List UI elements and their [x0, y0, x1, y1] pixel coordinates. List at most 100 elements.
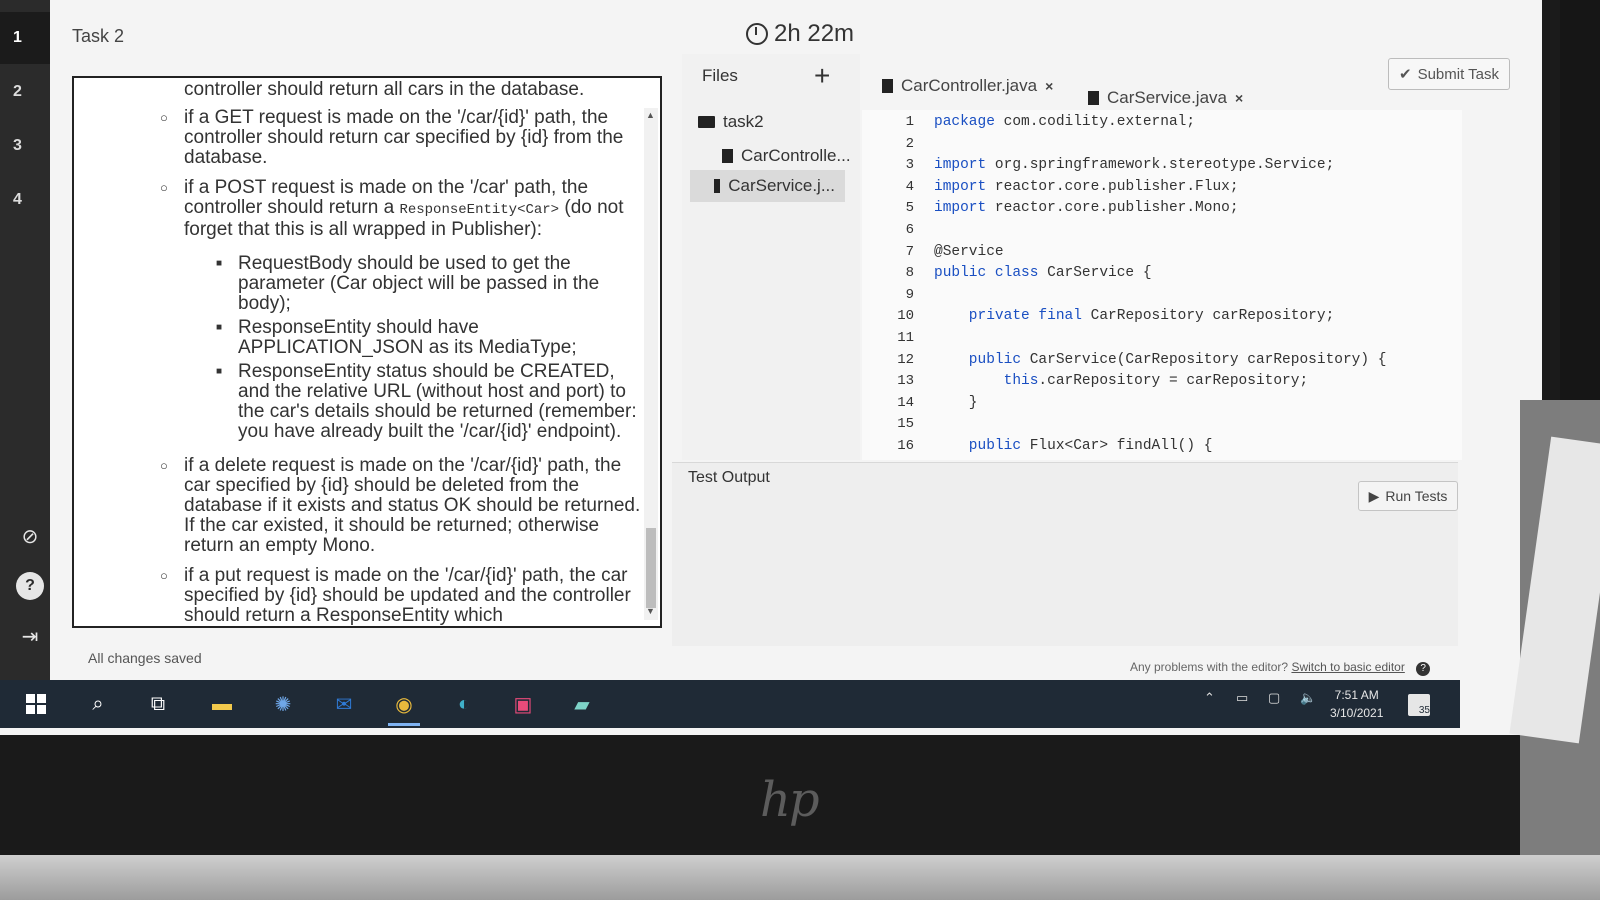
tray-chevron-icon[interactable]: ⌃	[1204, 690, 1215, 706]
code-text: .carRepository = carRepository;	[1038, 373, 1309, 390]
accessibility-icon[interactable]: ⊘	[16, 522, 44, 550]
task-view-icon[interactable]: ⧉	[142, 688, 174, 720]
edge-icon[interactable]: ◐	[448, 688, 480, 720]
code-text: Flux<Car> findAll() {	[1021, 438, 1213, 454]
files-panel: Files + task2 CarControlle... CarService…	[682, 54, 860, 460]
code-line: private final CarRepository carRepositor…	[934, 308, 1334, 324]
line-number: 10	[897, 308, 914, 325]
code-line: public Flux<Car> findAll() {	[934, 438, 1213, 454]
add-file-button[interactable]: +	[814, 60, 830, 92]
tab-carservice[interactable]: CarService.java ×	[1088, 88, 1243, 108]
description-scrollbar[interactable]: ▲ ▼	[644, 108, 658, 620]
scroll-up-icon[interactable]: ▲	[646, 110, 655, 120]
code-keyword: public class	[934, 265, 1039, 282]
help-icon[interactable]: ?	[16, 572, 44, 600]
file-item-carcontroller[interactable]: CarControlle...	[722, 146, 851, 166]
network-icon[interactable]: ▭	[1236, 690, 1248, 706]
settings-app-icon[interactable]: ✺	[267, 688, 299, 720]
code-keyword: public	[934, 438, 1022, 454]
desc-bullet-delete: if a delete request is made on the '/car…	[88, 456, 648, 556]
code-keyword: import	[934, 157, 987, 174]
logout-icon[interactable]: ⇥	[16, 622, 44, 650]
code-keyword: private final	[934, 308, 1082, 325]
close-icon[interactable]: ×	[1235, 90, 1243, 106]
line-number: 15	[897, 416, 914, 433]
windows-taskbar: ⌕ ⧉ ▬ ✺ ✉ ◉ ◐ ▣ ▰ ⌃ ▭ ▢ 🔈 7:51 AM 3/10/2…	[0, 680, 1460, 728]
line-number: 14	[897, 394, 914, 411]
task-description[interactable]: controller should return all cars in the…	[72, 76, 662, 628]
tab-label: CarService.java	[1107, 88, 1227, 107]
code-line: @Service	[934, 244, 1004, 260]
file-item-carservice[interactable]: CarService.j...	[690, 170, 845, 202]
desc-line: controller should return all cars in the…	[184, 79, 585, 100]
problems-text: Any problems with the editor?	[1130, 660, 1289, 674]
question-3-link[interactable]: 3	[0, 120, 50, 172]
test-output-panel: Test Output ▶ Run Tests	[672, 462, 1458, 646]
code-keyword: import	[934, 200, 987, 217]
code-line: this.carRepository = carRepository;	[934, 373, 1309, 390]
desc-bullet-post-code: ResponseEntity<Car>	[399, 202, 560, 218]
code-line: import org.springframework.stereotype.Se…	[934, 157, 1334, 173]
line-number: 6	[905, 222, 914, 238]
line-number: 8	[905, 265, 914, 282]
intellij-icon[interactable]: ▣	[507, 688, 539, 720]
line-number: 12	[897, 351, 914, 368]
line-number: 2	[905, 135, 914, 152]
file-explorer-icon[interactable]: ▬	[206, 688, 238, 720]
play-icon: ▶	[1368, 487, 1380, 504]
desc-bullet-get: if a GET request is made on the '/car/{i…	[88, 108, 648, 168]
question-2-link[interactable]: 2	[0, 66, 50, 118]
volume-icon[interactable]: 🔈	[1300, 690, 1316, 706]
timer: 2h 22m	[746, 20, 854, 48]
code-line: public class CarService {	[934, 265, 1152, 281]
code-editor[interactable]: 1 2 3 4 5 6 7 8 9 10 11 12 13 14 15 16 package com.codi…	[862, 110, 1462, 460]
line-number: 5	[905, 200, 914, 217]
file-icon	[882, 79, 893, 93]
desc-bullet-put: if a put request is made on the '/car/{i…	[88, 566, 648, 626]
folder-label: task2	[723, 112, 764, 131]
close-icon[interactable]: ×	[1045, 78, 1053, 94]
notification-center-icon[interactable]: 35	[1408, 694, 1430, 716]
code-keyword: public	[934, 351, 1022, 368]
code-keyword: package	[934, 114, 995, 130]
code-text: CarService(CarRepository carRepository) …	[1021, 351, 1387, 368]
folder-icon	[698, 116, 715, 128]
search-icon[interactable]: ⌕	[82, 688, 114, 720]
code-text: org.springframework.stereotype.Service;	[986, 157, 1335, 174]
notification-count: 35	[1418, 705, 1430, 716]
folder-task2[interactable]: task2	[698, 112, 764, 132]
desk-edge	[0, 855, 1600, 900]
file-icon	[722, 149, 733, 163]
code-line: import reactor.core.publisher.Mono;	[934, 200, 1239, 216]
code-line: package com.codility.external;	[934, 114, 1195, 130]
outlook-icon[interactable]: ✉	[328, 688, 360, 720]
task-title: Task 2	[72, 26, 125, 46]
switch-basic-editor-link[interactable]: Switch to basic editor	[1291, 660, 1404, 674]
code-keyword: this	[934, 373, 1039, 390]
code-line: }	[934, 395, 978, 411]
clock-icon	[746, 23, 768, 45]
desc-sub-bullet-3: ResponseEntity status should be CREATED,…	[88, 362, 648, 442]
question-4-link[interactable]: 4	[0, 174, 50, 226]
line-number: 13	[897, 373, 914, 390]
taskbar-clock[interactable]: 7:51 AM 3/10/2021	[1330, 686, 1383, 722]
windows-start-icon[interactable]	[20, 688, 52, 720]
notes-app-icon[interactable]: ▰	[566, 688, 598, 720]
editor-tabs: CarController.java × CarService.java ×	[862, 66, 1522, 112]
test-output-title: Test Output	[688, 469, 770, 486]
chrome-icon[interactable]: ◉	[388, 688, 420, 726]
desc-sub-bullet-2: ResponseEntity should have APPLICATION_J…	[88, 318, 648, 358]
tab-carcontroller[interactable]: CarController.java ×	[882, 76, 1053, 96]
code-text: reactor.core.publisher.Flux;	[986, 178, 1239, 195]
line-number: 3	[905, 157, 914, 174]
scroll-down-icon[interactable]: ▼	[646, 606, 655, 616]
question-1-link[interactable]: 1	[0, 12, 50, 64]
run-tests-button[interactable]: ▶ Run Tests	[1358, 481, 1458, 511]
run-tests-label: Run Tests	[1385, 488, 1448, 504]
line-number: 7	[905, 243, 914, 260]
display-icon[interactable]: ▢	[1268, 690, 1280, 706]
line-number: 16	[897, 438, 914, 454]
code-text: @Service	[934, 243, 1004, 260]
scrollbar-thumb[interactable]	[646, 528, 656, 608]
help-icon[interactable]: ?	[1416, 662, 1431, 676]
